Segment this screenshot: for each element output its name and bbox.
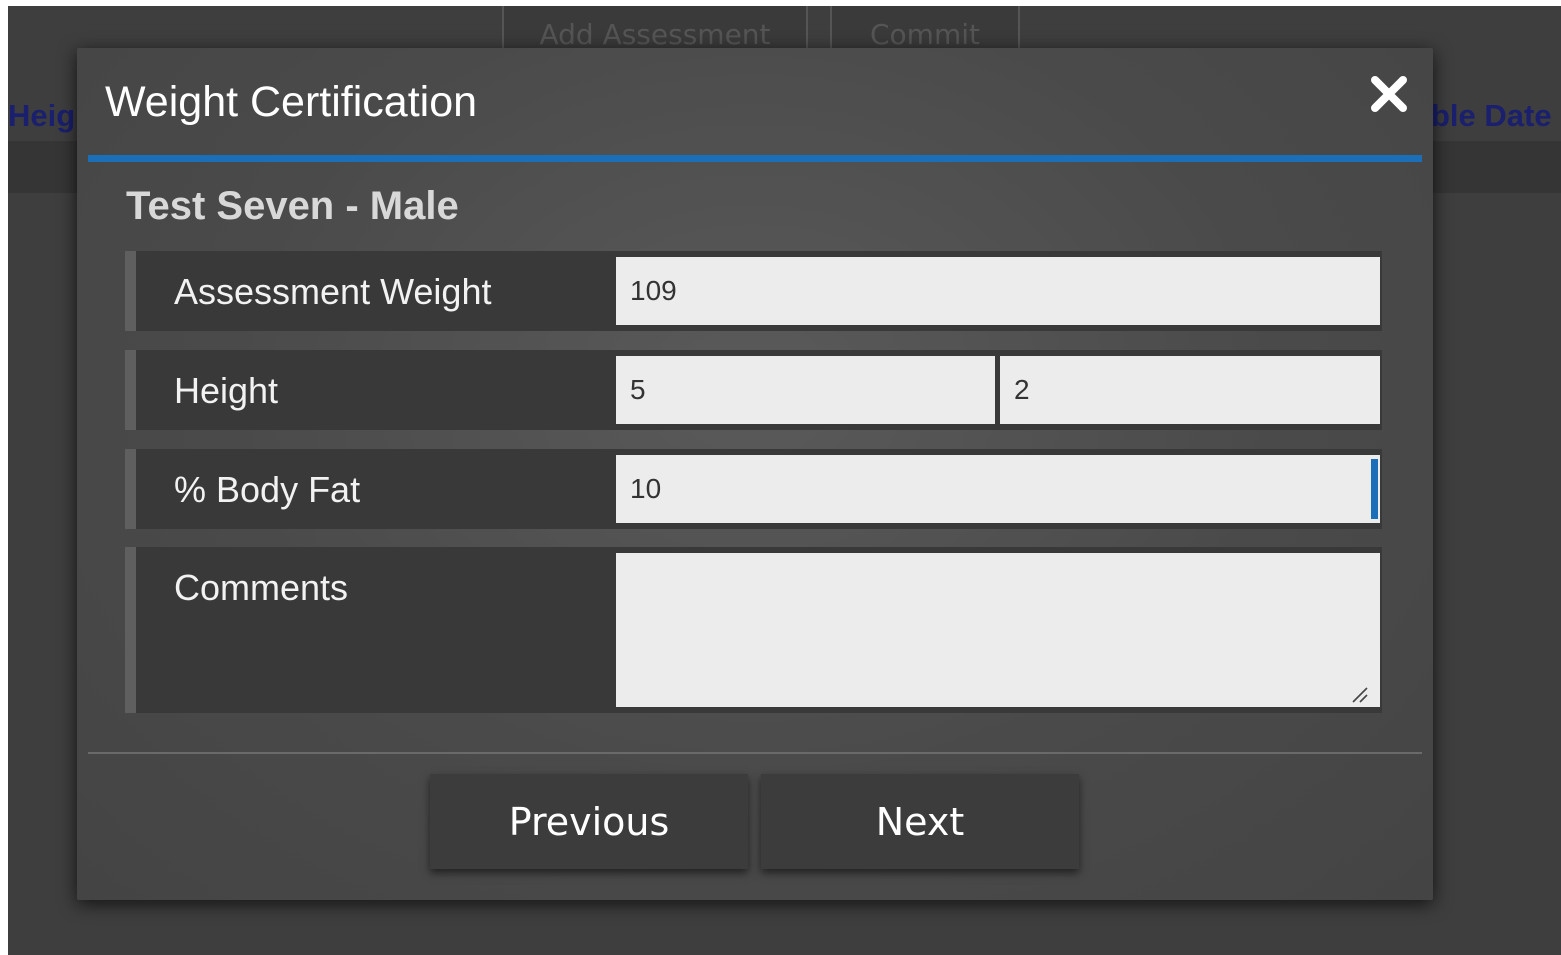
subject-name: Test Seven - Male	[126, 184, 459, 228]
height-feet-input[interactable]	[616, 356, 995, 424]
column-header-date: ble Date	[1431, 98, 1552, 133]
row-accent	[125, 547, 136, 713]
footer-divider	[88, 752, 1422, 754]
previous-button[interactable]: Previous	[430, 774, 748, 869]
body-fat-row: % Body Fat	[125, 449, 1382, 529]
comments-row: Comments	[125, 547, 1382, 713]
comments-label: Comments	[174, 567, 349, 608]
row-accent	[125, 449, 136, 529]
assessment-weight-input[interactable]	[616, 257, 1380, 325]
height-inches-input[interactable]	[1000, 356, 1380, 424]
resize-handle-icon[interactable]	[1350, 685, 1368, 703]
height-row: Height	[125, 350, 1382, 430]
title-divider	[88, 155, 1422, 162]
weight-certification-dialog: Weight Certification Test Seven - Male A…	[77, 48, 1433, 900]
assessment-weight-row: Assessment Weight	[125, 251, 1382, 331]
close-icon[interactable]	[1367, 72, 1411, 116]
row-accent	[125, 350, 136, 430]
row-accent	[125, 251, 136, 331]
height-label: Height	[174, 370, 279, 411]
next-button[interactable]: Next	[761, 774, 1079, 869]
assessment-weight-label: Assessment Weight	[174, 271, 492, 312]
column-header-height: Heig	[8, 98, 76, 133]
body-fat-label: % Body Fat	[174, 469, 361, 510]
comments-textarea[interactable]	[616, 553, 1380, 707]
dialog-title: Weight Certification	[105, 78, 478, 126]
focus-indicator	[1371, 459, 1378, 519]
body-fat-input[interactable]	[616, 455, 1380, 523]
